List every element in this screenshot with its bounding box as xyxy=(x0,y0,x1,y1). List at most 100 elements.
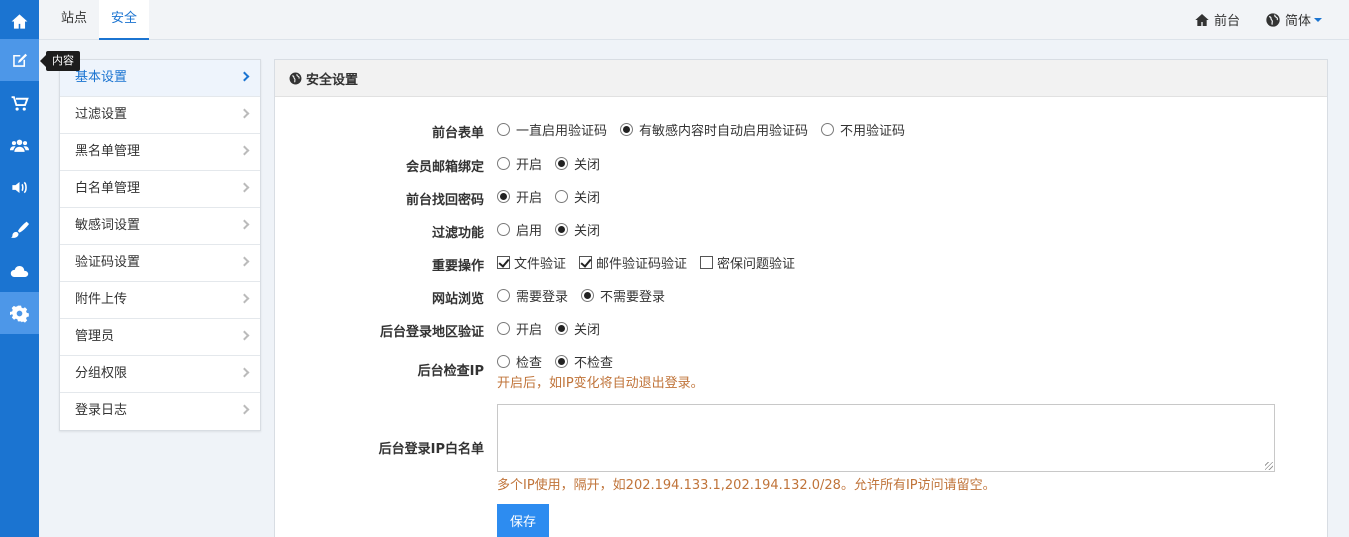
users-icon[interactable] xyxy=(0,124,39,166)
chevron-right-icon xyxy=(239,367,250,378)
language-dropdown[interactable]: 简体 xyxy=(1265,0,1323,39)
option-label: 检查 xyxy=(516,356,543,371)
radio-option[interactable]: 一直启用验证码 xyxy=(497,120,607,139)
radio-button[interactable] xyxy=(497,322,510,335)
radio-button[interactable] xyxy=(497,223,510,236)
radio-option[interactable]: 关闭 xyxy=(555,154,600,173)
ip-whitelist-help: 多个IP使用，隔开，如202.194.133.1,202.194.132.0/2… xyxy=(497,478,996,493)
checkbox-option[interactable]: 文件验证 xyxy=(497,253,566,272)
setting-options: 开启 关闭 xyxy=(497,319,613,338)
checkbox[interactable] xyxy=(497,256,510,269)
submenu-item[interactable]: 附件上传 xyxy=(60,282,260,319)
radio-button[interactable] xyxy=(497,157,510,170)
security-settings-panel: 安全设置 前台表单 一直启用验证码 有敏感内容时自动启用验证码 不用验证码会员邮箱绑定… xyxy=(274,59,1328,537)
submenu-item[interactable]: 登录日志 xyxy=(60,393,260,430)
radio-option[interactable]: 启用 xyxy=(497,220,542,239)
gear-icon[interactable] xyxy=(0,292,39,334)
radio-button[interactable] xyxy=(497,289,510,302)
setting-label: 会员邮箱绑定 xyxy=(405,160,484,175)
submenu-item-label: 分组权限 xyxy=(75,366,128,381)
setting-help: 开启后，如IP变化将自动退出登录。 xyxy=(497,376,704,391)
option-label: 密保问题验证 xyxy=(717,257,796,272)
brush-icon[interactable] xyxy=(0,208,39,250)
top-bar: 站点 安全 前台 简体 xyxy=(39,0,1349,40)
tab-security[interactable]: 安全 xyxy=(99,0,149,40)
resize-grip-icon[interactable] xyxy=(1265,462,1273,470)
submenu-item[interactable]: 管理员 xyxy=(60,319,260,356)
radio-button[interactable] xyxy=(555,157,569,170)
option-label: 开启 xyxy=(516,191,543,206)
radio-option[interactable]: 开启 xyxy=(497,319,542,338)
panel-title: 安全设置 xyxy=(306,72,359,88)
checkbox[interactable] xyxy=(700,256,714,269)
radio-option[interactable]: 关闭 xyxy=(555,319,600,338)
option-label: 邮件验证码验证 xyxy=(596,257,688,272)
radio-button[interactable] xyxy=(821,123,835,136)
option-label: 需要登录 xyxy=(516,290,569,305)
globe-icon xyxy=(289,72,302,84)
radio-button[interactable] xyxy=(497,190,510,203)
submenu-item[interactable]: 黑名单管理 xyxy=(60,134,260,171)
radio-button[interactable] xyxy=(555,223,569,236)
submenu-item-label: 过滤设置 xyxy=(75,107,128,122)
option-label: 开启 xyxy=(516,158,543,173)
cart-icon[interactable] xyxy=(0,82,39,124)
frontend-label: 前台 xyxy=(1214,14,1241,29)
tab-site[interactable]: 站点 xyxy=(49,0,99,39)
radio-option[interactable]: 开启 xyxy=(497,154,542,173)
setting-label: 后台检查IP xyxy=(417,364,484,379)
cloud-icon[interactable] xyxy=(0,250,39,292)
sidebar-tooltip: 内容 xyxy=(40,51,80,71)
radio-option[interactable]: 有敏感内容时自动启用验证码 xyxy=(620,120,808,139)
radio-option[interactable]: 不检查 xyxy=(555,352,613,371)
submenu-item[interactable]: 验证码设置 xyxy=(60,245,260,282)
submenu-item[interactable]: 白名单管理 xyxy=(60,171,260,208)
home-icon[interactable] xyxy=(0,0,39,42)
submenu-item[interactable]: 敏感词设置 xyxy=(60,208,260,245)
submenu-item[interactable]: 过滤设置 xyxy=(60,97,260,134)
setting-options: 开启 关闭 xyxy=(497,154,613,173)
radio-button[interactable] xyxy=(555,190,569,203)
option-label: 不需要登录 xyxy=(600,290,666,305)
radio-option[interactable]: 关闭 xyxy=(555,220,600,239)
chevron-right-icon xyxy=(239,330,250,341)
radio-option[interactable]: 开启 xyxy=(497,187,542,206)
radio-option[interactable]: 不用验证码 xyxy=(821,120,905,139)
save-button[interactable]: 保存 xyxy=(497,504,549,537)
radio-button[interactable] xyxy=(497,355,510,368)
option-label: 启用 xyxy=(516,224,543,239)
chevron-right-icon xyxy=(239,145,250,156)
setting-label: 过滤功能 xyxy=(431,226,484,241)
submenu-item-label: 登录日志 xyxy=(75,403,128,418)
checkbox[interactable] xyxy=(579,256,593,269)
chevron-right-icon xyxy=(239,182,250,193)
checkbox-option[interactable]: 密保问题验证 xyxy=(700,253,795,272)
ip-whitelist-textarea[interactable] xyxy=(497,404,1275,472)
radio-option[interactable]: 需要登录 xyxy=(497,286,568,305)
submenu-item[interactable]: 基本设置 xyxy=(60,60,260,97)
volume-icon[interactable] xyxy=(0,166,39,208)
setting-label: 前台表单 xyxy=(431,126,484,141)
submenu-item-label: 验证码设置 xyxy=(75,255,141,270)
radio-button[interactable] xyxy=(581,289,595,302)
frontend-link[interactable]: 前台 xyxy=(1194,0,1240,39)
submenu-item[interactable]: 分组权限 xyxy=(60,356,260,393)
setting-options: 文件验证 邮件验证码验证 密保问题验证 xyxy=(497,253,808,272)
option-label: 关闭 xyxy=(574,323,601,338)
setting-options: 启用 关闭 xyxy=(497,220,613,239)
radio-button[interactable] xyxy=(620,123,634,136)
setting-label: 前台找回密码 xyxy=(405,193,484,208)
setting-options: 一直启用验证码 有敏感内容时自动启用验证码 不用验证码 xyxy=(497,120,918,139)
option-label: 文件验证 xyxy=(514,257,567,272)
setting-options: 开启 关闭 xyxy=(497,187,613,206)
edit-icon[interactable] xyxy=(0,39,39,81)
radio-option[interactable]: 关闭 xyxy=(555,187,600,206)
radio-button[interactable] xyxy=(555,355,569,368)
radio-option[interactable]: 检查 xyxy=(497,352,542,371)
setting-options: 检查 不检查 xyxy=(497,352,626,371)
radio-button[interactable] xyxy=(497,123,510,136)
radio-option[interactable]: 不需要登录 xyxy=(581,286,665,305)
panel-header: 安全设置 xyxy=(275,60,1327,97)
radio-button[interactable] xyxy=(555,322,569,335)
checkbox-option[interactable]: 邮件验证码验证 xyxy=(579,253,687,272)
